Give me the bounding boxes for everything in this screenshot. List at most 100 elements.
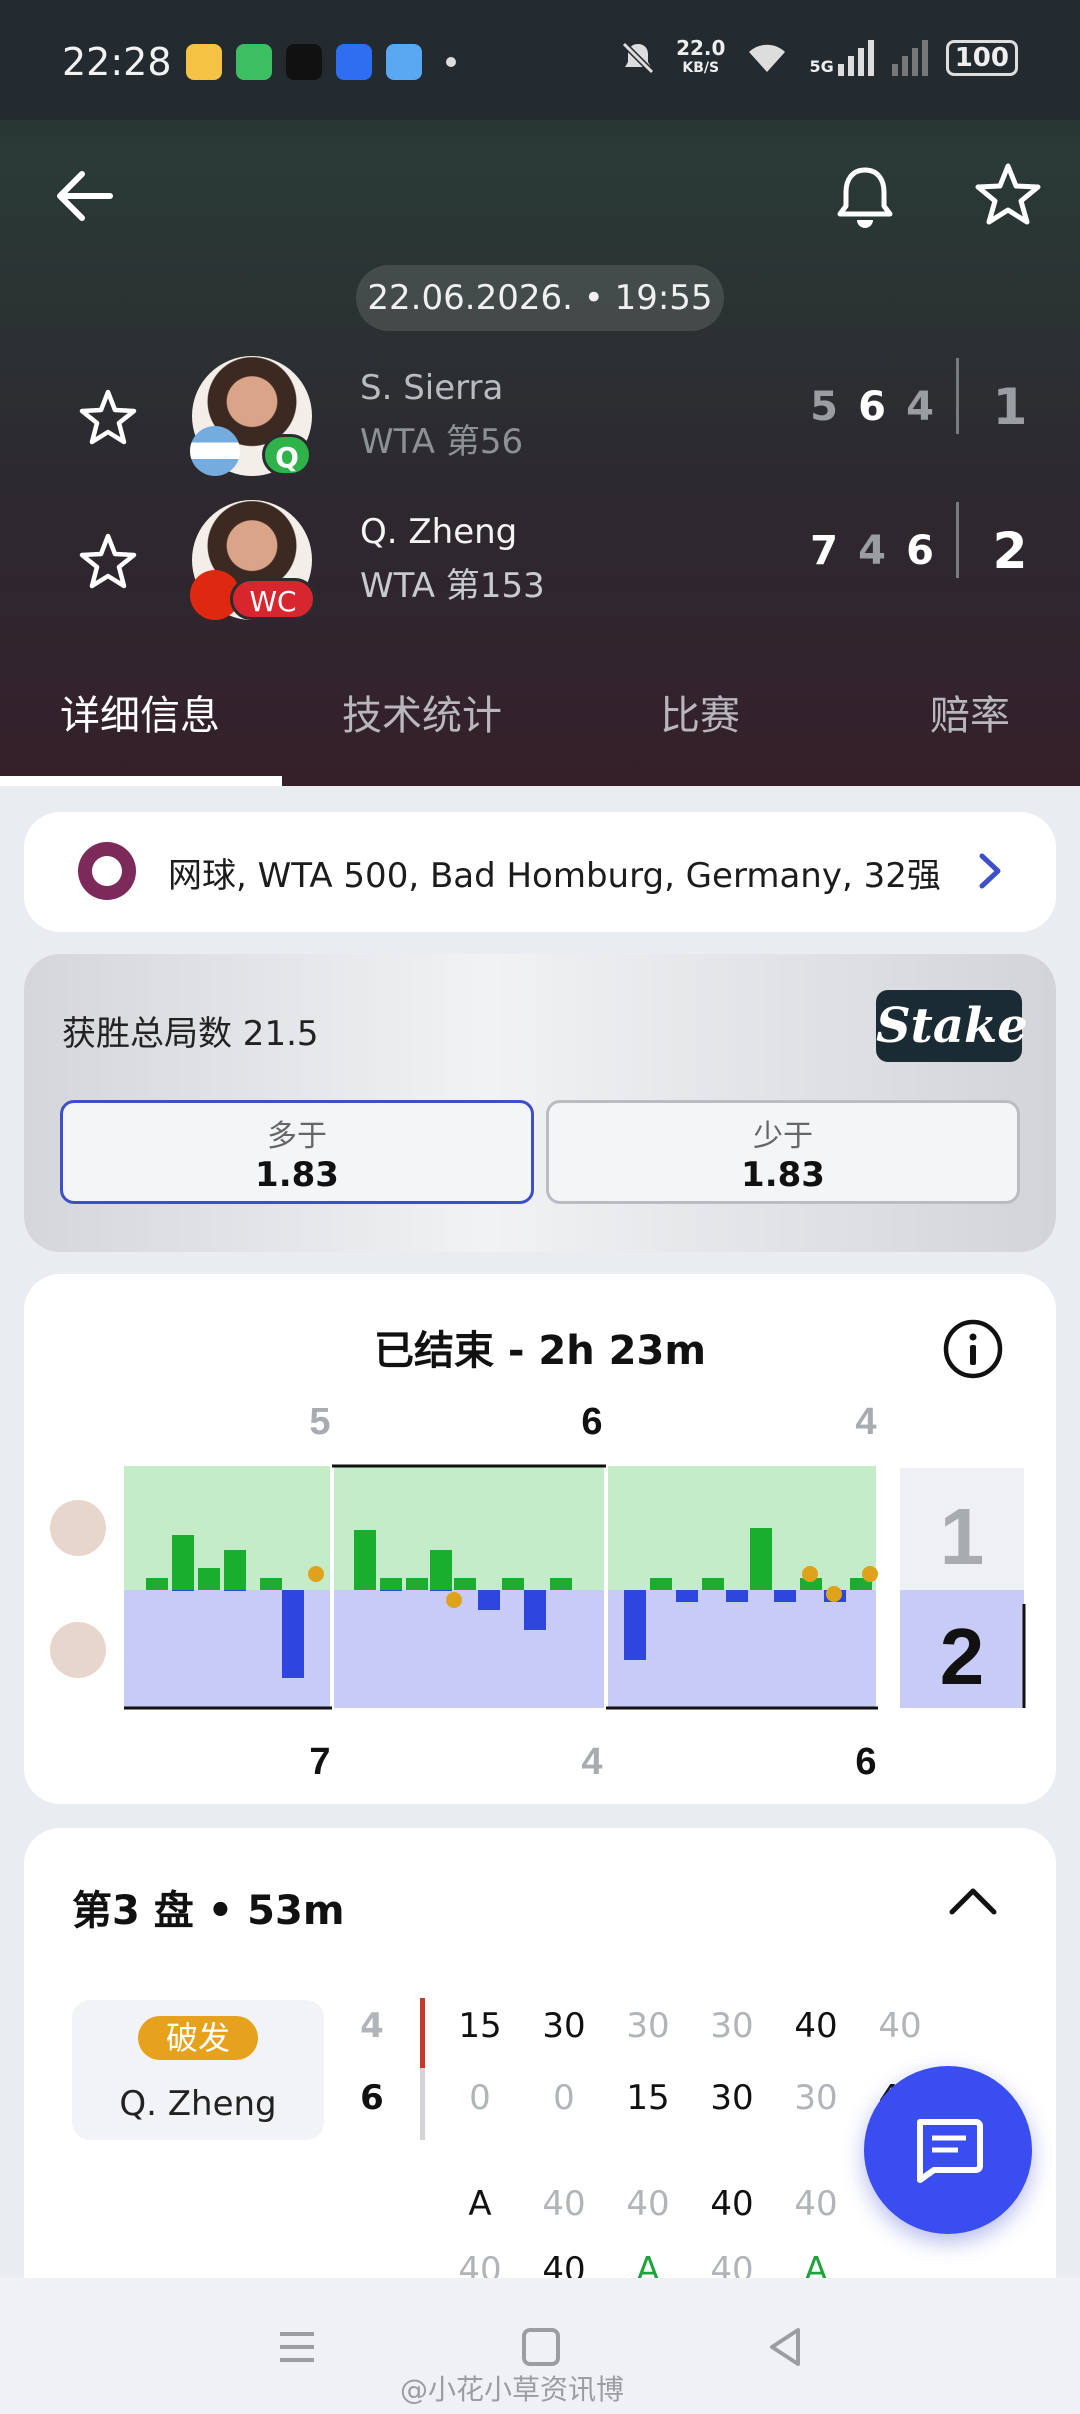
point-score: 40 (794, 2184, 838, 2224)
point-score: 40 (710, 2184, 754, 2224)
odds-over-button[interactable]: 多于 1.83 (60, 1100, 534, 1204)
momentum-bar (650, 1578, 672, 1590)
server-indicator (420, 1998, 425, 2068)
network-speed: 22.0 KB/S (676, 36, 726, 76)
point-score: 30 (710, 2006, 754, 2046)
momentum-bar (430, 1550, 452, 1590)
point-score: A (468, 2184, 492, 2224)
momentum-bar (406, 1578, 428, 1590)
break-summary: 破发 Q. Zheng (72, 2000, 324, 2140)
match-header: 22:28 22.0 KB/S 5G 100 22.06.2026. • 19:… (0, 0, 1080, 786)
break-point-marker (802, 1566, 818, 1582)
set-score-label: 6 (855, 1741, 876, 1783)
odds-under-button[interactable]: 少于 1.83 (546, 1100, 1020, 1204)
point-score: 0 (469, 2078, 491, 2118)
break-player-name: Q. Zheng (119, 2084, 277, 2124)
break-point-marker (308, 1566, 324, 1582)
player-name[interactable]: S. Sierra (360, 368, 503, 408)
bell-icon[interactable] (830, 160, 900, 232)
tab-matches[interactable]: 比赛 (600, 680, 800, 786)
momentum-bar (354, 1530, 376, 1590)
point-score: 40 (794, 2006, 838, 2046)
tab-odds[interactable]: 赔率 (870, 680, 1070, 786)
weather-app-icon (386, 44, 422, 80)
momentum-bar (624, 1590, 646, 1660)
point-score: 15 (458, 2006, 502, 2046)
momentum-bar (726, 1590, 748, 1602)
set-score: 6 (858, 384, 886, 430)
player-rank: WTA 第153 (360, 566, 545, 606)
momentum-bar (430, 1590, 452, 1591)
momentum-bar (172, 1535, 194, 1590)
point-score: 30 (542, 2006, 586, 2046)
receiver-indicator (420, 2068, 425, 2140)
point-score: 15 (626, 2078, 670, 2118)
sets-won-total: 1 (992, 378, 1028, 436)
chevron-up-icon[interactable] (942, 1872, 1004, 1934)
odds-card: 获胜总局数 21.5 Stake 多于 1.83 少于 1.83 (24, 954, 1056, 1252)
momentum-bar (502, 1578, 524, 1590)
argentina-flag-icon (190, 426, 240, 476)
shield-app-icon (236, 44, 272, 80)
odds-market-title: 获胜总局数 21.5 (62, 1014, 319, 1054)
set-score: 4 (858, 528, 886, 574)
back-triangle-icon[interactable] (760, 2322, 810, 2372)
momentum-bar (380, 1578, 402, 1590)
momentum-chart: 5 6 4 7 4 6 1 2 (50, 1401, 1026, 1783)
point-score: 40 (878, 2006, 922, 2046)
odds-option-value: 1.83 (741, 1155, 825, 1195)
point-score: 40 (542, 2184, 586, 2224)
set-scores: 5 6 4 (800, 384, 944, 430)
mute-bell-icon (621, 41, 655, 75)
momentum-bar (454, 1578, 476, 1590)
odds-option-label: 多于 (267, 1119, 327, 1154)
tiktok-app-icon (286, 44, 322, 80)
momentum-bar (198, 1568, 220, 1590)
home-square-icon[interactable] (516, 2322, 566, 2372)
game-score-bottom: 6 (360, 2078, 384, 2118)
player-rank: WTA 第56 (360, 422, 524, 462)
set-score: 4 (906, 384, 934, 430)
set-score-label: 4 (855, 1401, 876, 1443)
momentum-bar (676, 1590, 698, 1602)
momentum-bar (524, 1590, 546, 1630)
game-score-top: 4 (360, 2006, 384, 2046)
signal-icon: 5G (809, 40, 874, 76)
back-arrow-icon[interactable] (48, 160, 120, 232)
tournament-logo (78, 842, 136, 900)
chat-fab-button[interactable] (864, 2066, 1032, 2234)
more-notifications-icon (446, 57, 456, 67)
stake-logo[interactable]: Stake (876, 990, 1028, 1062)
match-date-time: 22.06.2026. • 19:55 (356, 265, 724, 331)
momentum-bar (380, 1590, 402, 1591)
wildcard-badge: WC (230, 578, 316, 620)
player2-mini-avatar (50, 1622, 106, 1678)
tab-stats[interactable]: 技术统计 (322, 680, 522, 786)
chat-app-icon (336, 44, 372, 80)
set-score-label: 6 (581, 1401, 602, 1443)
momentum-bar (282, 1590, 304, 1678)
status-time: 22:28 (62, 40, 172, 84)
menu-icon[interactable] (272, 2322, 322, 2372)
momentum-bar (224, 1590, 246, 1591)
point-score: 30 (710, 2078, 754, 2118)
break-badge: 破发 (138, 2016, 258, 2060)
momentum-bar (750, 1528, 772, 1590)
point-score: 40 (626, 2184, 670, 2224)
set-score: 6 (906, 528, 934, 574)
favorite-star-icon[interactable] (972, 158, 1044, 230)
weibo-app-icon (186, 44, 222, 80)
sets-total-top: 1 (940, 1492, 985, 1581)
player-name[interactable]: Q. Zheng (360, 512, 517, 552)
sets-won-total: 2 (992, 522, 1028, 580)
wifi-icon (749, 44, 786, 72)
score-divider (956, 358, 959, 434)
player-favorite-star-icon[interactable] (76, 530, 140, 594)
odds-option-value: 1.83 (255, 1155, 339, 1195)
tournament-card[interactable]: 网球, WTA 500, Bad Homburg, Germany, 32强 (24, 812, 1056, 932)
point-score: 30 (794, 2078, 838, 2118)
player-favorite-star-icon[interactable] (76, 386, 140, 450)
tab-details[interactable]: 详细信息 (40, 680, 240, 786)
momentum-bar (146, 1578, 168, 1590)
player-row-sierra: Q S. Sierra WTA 第56 5 6 4 1 (0, 356, 1080, 486)
